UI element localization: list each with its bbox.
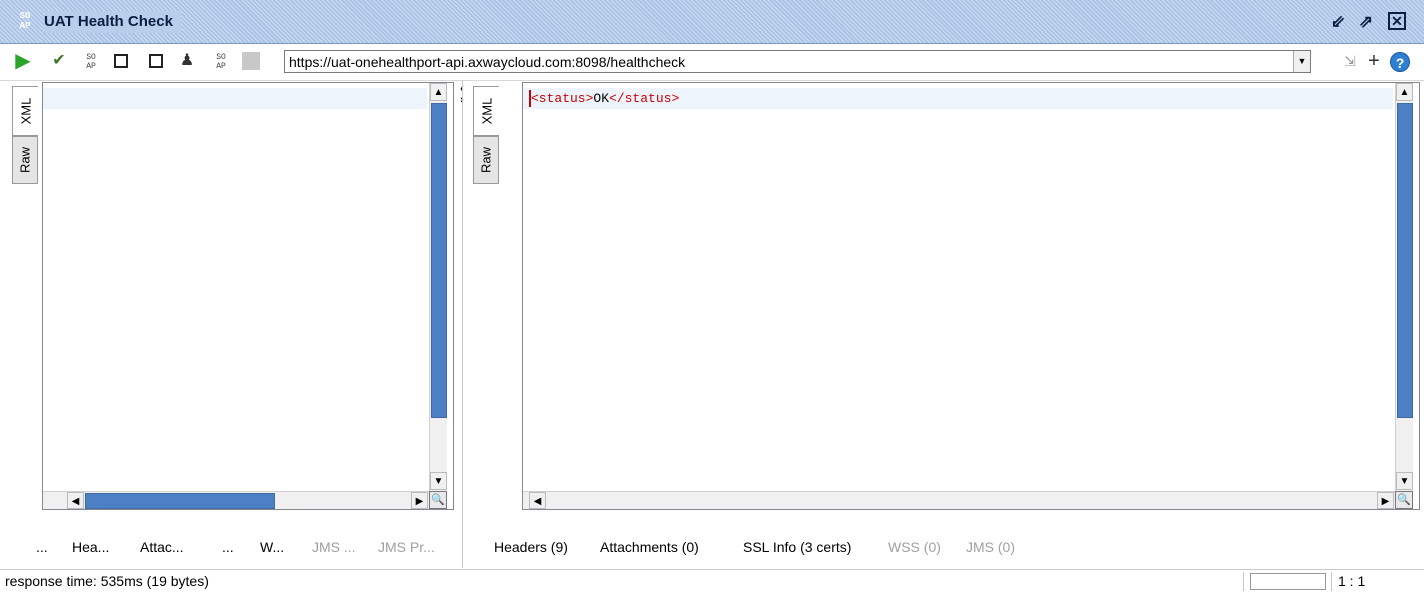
request-toolbar: ▶ ✔ SOAP ♟ SOAP ▼ ⇲ + ? — [0, 44, 1424, 78]
response-panel: XML Raw <status>OK</status> ▲ ▼ ◀ ▶ 🔍 — [470, 82, 1420, 522]
panel-divider[interactable] — [462, 80, 463, 568]
request-bottom-tabs: ... Hea... Attac... ... W... JMS ... JMS… — [0, 535, 462, 559]
scroll-down-arrow[interactable]: ▼ — [430, 472, 447, 490]
chevron-down-icon[interactable]: ▼ — [1293, 51, 1310, 72]
submit-next-icon[interactable]: ✔ — [48, 50, 70, 72]
current-line-highlight — [43, 88, 427, 109]
scroll-thumb[interactable] — [431, 103, 447, 418]
maximize-editors-icon[interactable] — [145, 50, 167, 72]
response-horizontal-scrollbar[interactable]: ◀ ▶ — [523, 491, 1395, 509]
status-value: OK — [593, 91, 610, 106]
response-vertical-scrollbar[interactable]: ▲ ▼ — [1395, 83, 1413, 491]
scroll-thumb[interactable] — [1397, 103, 1413, 418]
scroll-up-arrow[interactable]: ▲ — [1396, 83, 1413, 101]
request-tab-xml[interactable]: XML — [12, 86, 38, 136]
scroll-thumb[interactable] — [85, 493, 275, 509]
scroll-down-arrow[interactable]: ▼ — [1396, 472, 1413, 490]
cancel-request-icon[interactable] — [240, 50, 262, 72]
response-bottom-tabs: Headers (9) Attachments (0) SSL Info (3 … — [470, 535, 1424, 559]
response-view-tabs: XML Raw — [473, 86, 503, 196]
status-separator — [1331, 572, 1332, 591]
submit-request-icon[interactable]: ▶ — [12, 50, 34, 72]
scroll-left-arrow[interactable]: ◀ — [529, 492, 546, 509]
response-time-status: response time: 535ms (19 bytes) — [5, 573, 209, 589]
response-editor[interactable]: <status>OK</status> ▲ ▼ ◀ ▶ 🔍 — [522, 82, 1420, 510]
request-tab-raw[interactable]: Raw — [12, 136, 38, 184]
zoom-icon[interactable]: 🔍 — [1395, 491, 1413, 509]
response-tab-jms: JMS (0) — [966, 539, 1015, 555]
edit-endpoint-icon[interactable]: ⇲ — [1340, 50, 1360, 72]
close-window-icon[interactable]: ✕ — [1388, 12, 1406, 30]
status-separator — [1243, 572, 1244, 591]
request-tab-wss[interactable]: W... — [260, 535, 284, 559]
request-panel: XML Raw ▲ ▼ ◀ ▶ 🔍 — [9, 82, 454, 522]
response-tab-wss: WSS (0) — [888, 539, 941, 555]
status-bar: response time: 535ms (19 bytes) 1 : 1 — [0, 569, 1424, 592]
help-icon[interactable]: ? — [1390, 52, 1410, 72]
scroll-thumb[interactable] — [547, 493, 553, 509]
close-tag: </status> — [609, 91, 680, 106]
endpoint-url-combobox[interactable]: ▼ — [284, 50, 1311, 73]
request-horizontal-scrollbar[interactable]: ◀ ▶ — [43, 491, 429, 509]
restore-window-icon[interactable]: ⇙ — [1328, 12, 1348, 32]
request-vertical-scrollbar[interactable]: ▲ ▼ — [429, 83, 447, 491]
toolbar-divider — [0, 80, 1424, 81]
request-view-tabs: XML Raw — [12, 86, 42, 196]
window-title-bar: SO AP UAT Health Check ⇙ ⇗ ✕ — [0, 0, 1424, 44]
request-tab-ellipsis-2[interactable]: ... — [222, 535, 234, 559]
clone-request-icon[interactable] — [110, 50, 132, 72]
endpoint-url-input[interactable] — [285, 51, 1285, 72]
user-auth-icon[interactable]: ♟ — [176, 50, 198, 72]
scroll-up-arrow[interactable]: ▲ — [430, 83, 447, 101]
zoom-icon[interactable]: 🔍 — [429, 491, 447, 509]
scroll-right-arrow[interactable]: ▶ — [1377, 492, 1394, 509]
soap-logo-icon: SO AP — [19, 11, 31, 31]
open-tag: <status> — [531, 91, 594, 106]
request-tab-attachments[interactable]: Attac... — [140, 535, 184, 559]
request-tab-ellipsis-1[interactable]: ... — [36, 535, 48, 559]
status-field — [1250, 573, 1326, 590]
window-title: UAT Health Check — [44, 11, 181, 33]
response-tab-raw[interactable]: Raw — [473, 136, 499, 184]
request-tab-jms-properties: JMS Pr... — [378, 539, 435, 555]
response-tab-attachments[interactable]: Attachments (0) — [600, 535, 699, 559]
create-empty-request-icon[interactable]: SO AP — [80, 50, 102, 72]
soap-recreate-icon[interactable]: SO AP — [210, 50, 232, 72]
scroll-right-arrow[interactable]: ▶ — [411, 492, 428, 509]
scroll-left-arrow[interactable]: ◀ — [67, 492, 84, 509]
cursor-position: 1 : 1 — [1338, 573, 1366, 589]
request-tab-jms-headers: JMS ... — [312, 539, 356, 555]
response-xml-content: <status>OK</status> — [531, 89, 679, 109]
request-editor[interactable]: ▲ ▼ ◀ ▶ 🔍 — [42, 82, 454, 510]
response-tab-headers[interactable]: Headers (9) — [494, 535, 568, 559]
maximize-window-icon[interactable]: ⇗ — [1356, 12, 1376, 32]
response-tab-ssl-info[interactable]: SSL Info (3 certs) — [743, 535, 851, 559]
response-tab-xml[interactable]: XML — [473, 86, 499, 136]
request-tab-headers[interactable]: Hea... — [72, 535, 109, 559]
add-endpoint-icon[interactable]: + — [1364, 50, 1384, 72]
